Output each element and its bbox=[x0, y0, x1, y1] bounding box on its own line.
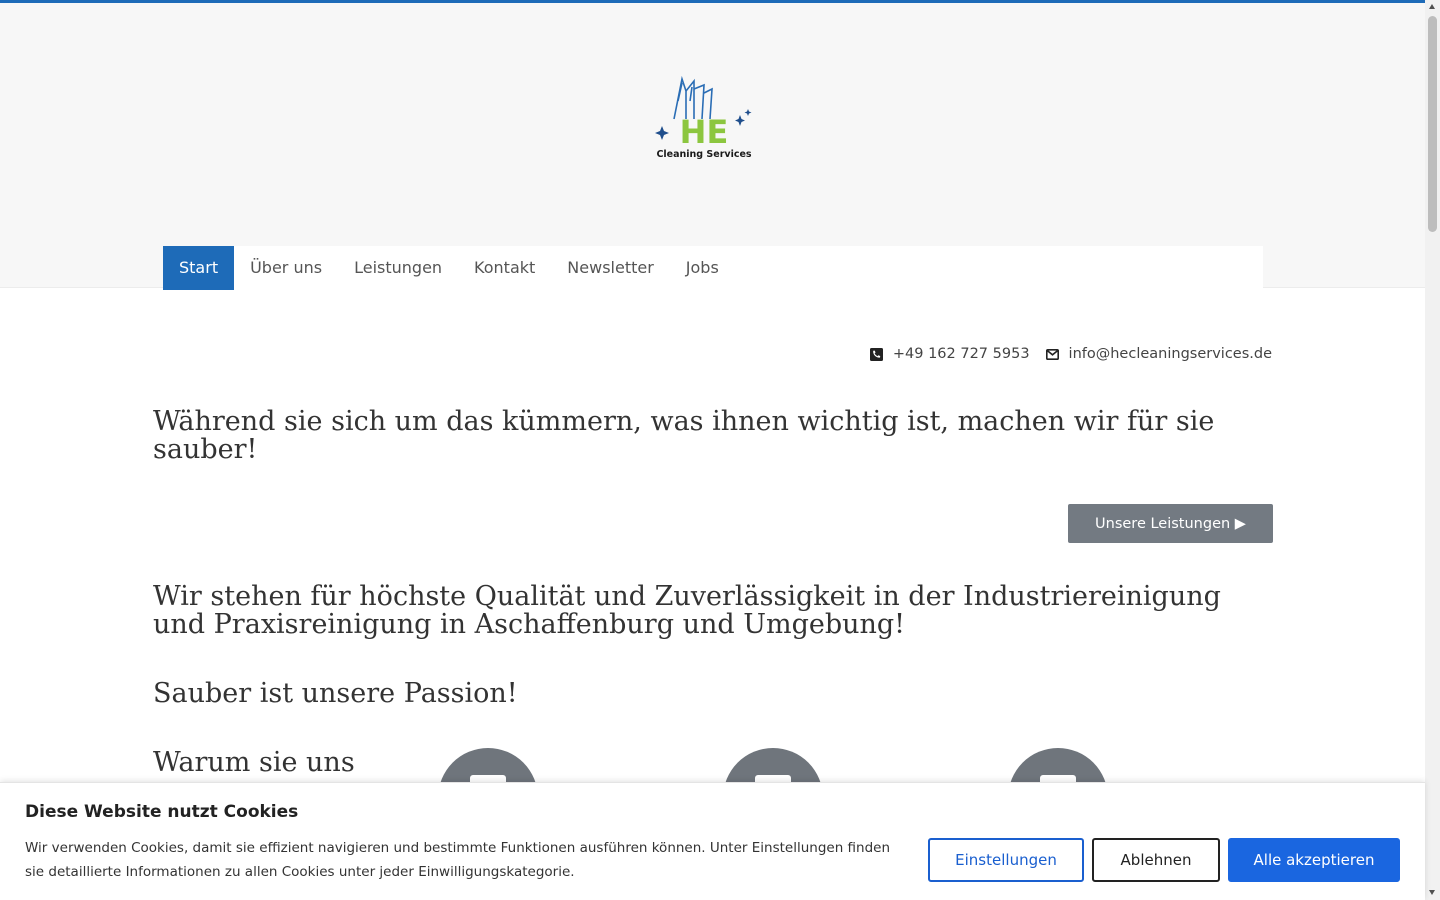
scroll-up-arrow-icon[interactable] bbox=[1429, 4, 1435, 9]
hero-heading: Während sie sich um das kümmern, was ihn… bbox=[153, 406, 1215, 465]
why-us-heading: Warum sie uns bbox=[153, 747, 355, 778]
email-link[interactable]: info@hecleaningservices.de bbox=[1045, 346, 1272, 362]
site-header: HE Cleaning Services Start Über uns Leis… bbox=[0, 3, 1425, 290]
cookie-banner: Diese Website nutzt Cookies Wir verwende… bbox=[0, 782, 1425, 900]
quality-heading: Wir stehen für höchste Qualität und Zuve… bbox=[153, 581, 1221, 640]
nav-item-jobs[interactable]: Jobs bbox=[670, 246, 735, 290]
email-address: info@hecleaningservices.de bbox=[1068, 346, 1272, 362]
nav-item-ueber-uns[interactable]: Über uns bbox=[234, 246, 338, 290]
scroll-down-arrow-icon[interactable] bbox=[1429, 890, 1435, 895]
logo-graphic: HE Cleaning Services bbox=[655, 75, 752, 160]
phone-number: +49 162 727 5953 bbox=[892, 346, 1030, 362]
cookie-accept-all-button[interactable]: Alle akzeptieren bbox=[1228, 838, 1400, 882]
cookie-banner-title: Diese Website nutzt Cookies bbox=[25, 802, 299, 822]
scrollbar-thumb[interactable] bbox=[1428, 16, 1437, 232]
services-button[interactable]: Unsere Leistungen ▶ bbox=[1068, 504, 1273, 543]
nav-item-start[interactable]: Start bbox=[163, 246, 235, 290]
envelope-icon bbox=[1045, 348, 1059, 360]
site-logo[interactable]: HE Cleaning Services bbox=[652, 71, 756, 163]
phone-link[interactable]: +49 162 727 5953 bbox=[869, 346, 1030, 362]
passion-heading: Sauber ist unsere Passion! bbox=[153, 678, 518, 709]
cookie-banner-text: Wir verwenden Cookies, damit sie effizie… bbox=[25, 840, 891, 880]
contact-bar: +49 162 727 5953 info@hecleaningservices… bbox=[854, 346, 1272, 362]
logo-subtitle: Cleaning Services bbox=[656, 149, 751, 160]
cookie-reject-button[interactable]: Ablehnen bbox=[1092, 838, 1220, 882]
page-scrollbar[interactable] bbox=[1425, 0, 1440, 900]
nav-item-leistungen[interactable]: Leistungen bbox=[338, 246, 458, 290]
main-nav: Start Über uns Leistungen Kontakt Newsle… bbox=[163, 246, 1263, 290]
cookie-settings-button[interactable]: Einstellungen bbox=[928, 838, 1084, 882]
logo-initials: HE bbox=[680, 113, 729, 151]
nav-item-kontakt[interactable]: Kontakt bbox=[458, 246, 551, 290]
phone-icon bbox=[869, 347, 883, 361]
nav-item-newsletter[interactable]: Newsletter bbox=[551, 246, 670, 290]
